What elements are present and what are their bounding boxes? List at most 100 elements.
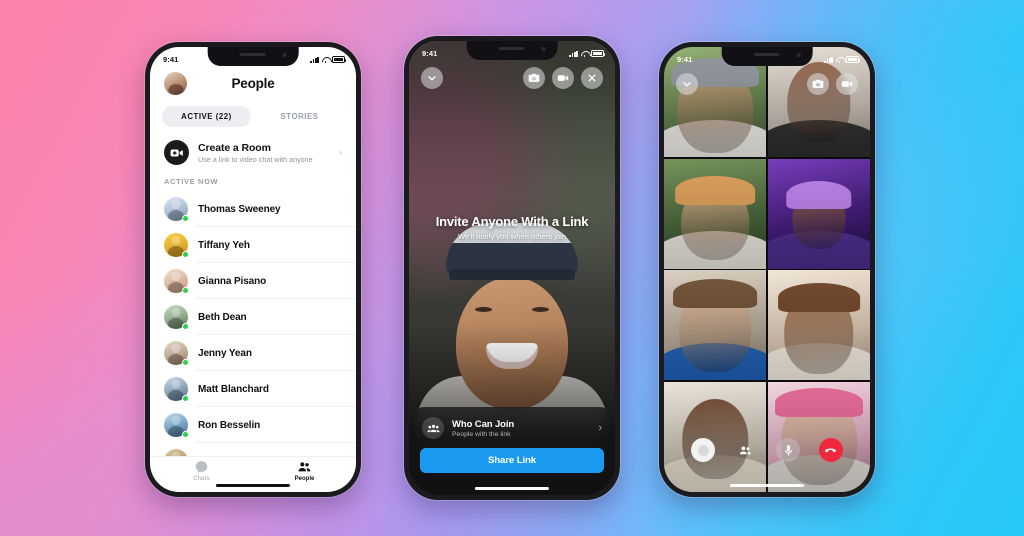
- video-tile[interactable]: [767, 381, 870, 492]
- flip-camera-icon[interactable]: [523, 67, 545, 89]
- who-can-join-title: Who Can Join: [452, 418, 515, 430]
- room-bottom-panel: Who Can Join People with the link › Shar…: [409, 407, 615, 495]
- phone-mockup-group-call: 9:41: [659, 42, 875, 497]
- video-camera-icon[interactable]: [552, 67, 574, 89]
- chevron-right-icon: ›: [598, 422, 602, 434]
- tab-stories[interactable]: STORIES: [255, 106, 344, 127]
- home-indicator: [474, 487, 550, 490]
- end-call-icon[interactable]: [818, 438, 843, 462]
- contact-avatar: [164, 305, 189, 330]
- tab-chats-label: Chats: [193, 475, 210, 482]
- wifi-icon: [581, 51, 589, 57]
- online-status-dot: [181, 430, 189, 438]
- video-tile[interactable]: [664, 158, 767, 269]
- contact-avatar: [164, 233, 189, 258]
- segmented-tabs: ACTIVE (22) STORIES: [150, 102, 356, 133]
- video-tile[interactable]: [767, 158, 870, 269]
- share-link-button[interactable]: Share Link: [420, 448, 604, 473]
- online-status-dot: [181, 214, 189, 222]
- contact-name: Ryan McLaughli: [198, 456, 273, 457]
- online-status-dot: [181, 250, 189, 258]
- wifi-icon: [322, 57, 330, 63]
- contact-name: Matt Blanchard: [198, 383, 269, 395]
- people-icon: [298, 461, 311, 471]
- online-status-dot: [181, 358, 189, 366]
- contact-row[interactable]: Tiffany Yeh: [150, 227, 356, 263]
- create-room-title: Create a Room: [198, 141, 271, 154]
- contact-row[interactable]: Beth Dean: [150, 299, 356, 335]
- contact-row[interactable]: Jenny Yean: [150, 335, 356, 371]
- contact-name: Gianna Pisano: [198, 275, 267, 287]
- invite-message: Invite Anyone With a Link We'll notify y…: [409, 214, 615, 241]
- video-tile[interactable]: [664, 270, 767, 381]
- status-time: 9:41: [422, 49, 438, 58]
- video-tile[interactable]: [767, 270, 870, 381]
- chevron-down-icon[interactable]: [676, 73, 698, 95]
- contact-row[interactable]: Thomas Sweeney: [150, 191, 356, 227]
- battery-icon: [332, 56, 346, 63]
- status-time: 9:41: [677, 55, 693, 64]
- invite-subtitle: We'll notify you when others join: [457, 231, 567, 241]
- contact-avatar: [164, 449, 188, 456]
- contact-row[interactable]: Ryan McLaughli: [150, 443, 356, 456]
- who-can-join-subtitle: People with the link: [452, 430, 511, 438]
- contact-avatar: [164, 269, 189, 294]
- video-plus-icon: [164, 140, 189, 165]
- people-group-icon: [422, 417, 444, 439]
- cellular-signal-icon: [824, 56, 833, 63]
- section-label-active-now: ACTIVE NOW: [164, 177, 219, 186]
- phone-mockup-room-invite: 9:41 Invite Anyone With a Link We'll not…: [404, 36, 620, 500]
- online-status-dot: [181, 394, 189, 402]
- home-indicator: [729, 484, 805, 487]
- contact-row[interactable]: Gianna Pisano: [150, 263, 356, 299]
- online-status-dot: [181, 322, 189, 330]
- video-camera-icon[interactable]: [836, 73, 858, 95]
- chat-bubble-icon: [195, 460, 208, 473]
- who-can-join-row[interactable]: Who Can Join People with the link ›: [420, 416, 604, 448]
- add-people-icon[interactable]: [734, 438, 758, 462]
- contact-avatar: [164, 197, 189, 222]
- contact-row[interactable]: Matt Blanchard: [150, 371, 356, 407]
- contact-row[interactable]: Ron Besselin: [150, 407, 356, 443]
- tab-people[interactable]: People: [253, 460, 356, 482]
- camera-toggle-icon[interactable]: [691, 438, 716, 462]
- contact-avatar: [164, 413, 189, 438]
- home-indicator: [215, 484, 291, 487]
- tab-chats[interactable]: Chats: [150, 460, 253, 482]
- status-time: 9:41: [163, 55, 179, 64]
- phone-notch: [207, 47, 299, 66]
- create-room-row[interactable]: Create a Room Use a link to video chat w…: [150, 133, 356, 175]
- avatar[interactable]: [164, 72, 187, 95]
- phone-notch: [466, 41, 558, 60]
- battery-icon: [591, 50, 605, 57]
- video-tile[interactable]: [664, 381, 767, 492]
- tab-people-label: People: [294, 475, 315, 482]
- contact-name: Tiffany Yeh: [198, 239, 250, 251]
- call-controls: [664, 438, 870, 462]
- flip-camera-icon[interactable]: [807, 73, 829, 95]
- video-grid: [664, 47, 870, 492]
- chevron-down-icon[interactable]: [421, 67, 443, 89]
- tab-active[interactable]: ACTIVE (22): [162, 106, 251, 127]
- contact-name: Ron Besselin: [198, 419, 261, 431]
- create-room-subtitle: Use a link to video chat with anyone: [198, 154, 313, 164]
- phone-notch: [721, 47, 813, 66]
- contact-name: Thomas Sweeney: [198, 203, 281, 215]
- phone-mockup-people-list: 9:41 People ACTIVE (22) STORIES Create a…: [145, 42, 361, 497]
- battery-icon: [846, 56, 860, 63]
- chevron-right-icon: ›: [338, 146, 342, 159]
- contact-avatar: [164, 341, 189, 366]
- wifi-icon: [836, 57, 844, 63]
- contact-name: Jenny Yean: [198, 347, 252, 359]
- call-top-bar: [664, 73, 870, 95]
- close-icon[interactable]: [581, 67, 603, 89]
- microphone-icon[interactable]: [776, 438, 801, 462]
- contact-list[interactable]: Thomas Sweeney Tiffany Yeh Gianna Pisano Be…: [150, 191, 356, 456]
- cellular-signal-icon: [310, 56, 319, 63]
- room-top-bar: [409, 67, 615, 89]
- online-status-dot: [181, 286, 189, 294]
- invite-title: Invite Anyone With a Link: [435, 213, 589, 229]
- contact-name: Beth Dean: [198, 311, 247, 323]
- cellular-signal-icon: [569, 50, 578, 57]
- contact-avatar: [164, 377, 189, 402]
